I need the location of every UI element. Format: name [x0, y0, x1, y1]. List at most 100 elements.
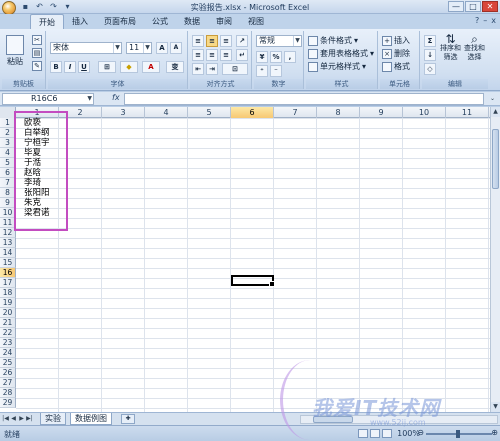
- cell-value[interactable]: 张阳阳: [24, 188, 50, 198]
- cell-value[interactable]: 毕夏: [24, 148, 41, 158]
- autosum-button[interactable]: Σ: [424, 35, 436, 47]
- insert-cells-button[interactable]: + 插入: [382, 35, 410, 46]
- wrap-text-icon[interactable]: ↵: [236, 49, 248, 61]
- help-icon[interactable]: ?: [475, 16, 479, 25]
- font-size-combo[interactable]: 11 ▼: [126, 42, 152, 54]
- row-header[interactable]: 15: [0, 258, 16, 268]
- decrease-decimal-icon[interactable]: ⁻: [270, 65, 282, 77]
- format-cells-button[interactable]: 格式: [382, 61, 410, 72]
- next-sheet-icon[interactable]: ▶: [18, 415, 25, 422]
- sheet-tab-data-example[interactable]: 数据例图: [70, 413, 112, 425]
- align-bottom-icon[interactable]: ≡: [220, 35, 232, 47]
- expand-formula-icon[interactable]: ⌄: [488, 93, 497, 105]
- cut-icon[interactable]: ✂: [32, 35, 42, 45]
- borders-icon[interactable]: ⊞: [98, 61, 116, 73]
- row-header[interactable]: 28: [0, 388, 16, 398]
- workbook-minimize-icon[interactable]: –: [483, 16, 487, 25]
- select-all-button[interactable]: [0, 107, 16, 118]
- row-header[interactable]: 26: [0, 368, 16, 378]
- sort-filter-button[interactable]: ⇅ 排序和 筛选: [440, 33, 461, 62]
- row-header[interactable]: 29: [0, 398, 16, 408]
- decrease-indent-icon[interactable]: ⇤: [192, 63, 204, 75]
- tab-formulas[interactable]: 公式: [144, 14, 176, 29]
- format-as-table-button[interactable]: 套用表格格式 ▾: [308, 48, 374, 59]
- active-cell-cursor[interactable]: [231, 275, 275, 287]
- normal-view-icon[interactable]: [358, 429, 368, 438]
- workbook-close-icon[interactable]: x: [491, 16, 496, 25]
- first-sheet-icon[interactable]: |◀: [2, 415, 9, 422]
- column-header[interactable]: 7: [274, 107, 317, 118]
- vertical-scrollbar[interactable]: ▲ ▼: [490, 107, 500, 412]
- name-box[interactable]: R16C6 ▼: [2, 93, 94, 105]
- tab-data[interactable]: 数据: [176, 14, 208, 29]
- zoom-out-icon[interactable]: ⊖: [417, 428, 424, 437]
- merge-center-icon[interactable]: ⊡: [222, 63, 248, 75]
- cell-value[interactable]: 欧亵: [24, 118, 41, 128]
- increase-indent-icon[interactable]: ⇥: [206, 63, 218, 75]
- column-header[interactable]: 9: [360, 107, 403, 118]
- row-header[interactable]: 9: [0, 198, 16, 208]
- scrollbar-thumb[interactable]: [492, 129, 499, 189]
- row-header[interactable]: 22: [0, 328, 16, 338]
- fill-icon[interactable]: ↓: [424, 49, 436, 61]
- cell-value[interactable]: 朱克: [24, 198, 41, 208]
- italic-button[interactable]: I: [64, 61, 76, 73]
- column-header[interactable]: 8: [317, 107, 360, 118]
- formula-input[interactable]: [124, 93, 484, 105]
- conditional-format-button[interactable]: 条件格式 ▾: [308, 35, 358, 46]
- shrink-font-button[interactable]: A: [170, 42, 182, 54]
- row-header[interactable]: 14: [0, 248, 16, 258]
- orientation-icon[interactable]: ↗: [236, 35, 248, 47]
- align-middle-icon[interactable]: ≡: [206, 35, 218, 47]
- cell-value[interactable]: 于湉: [24, 158, 41, 168]
- grow-font-button[interactable]: A: [156, 42, 168, 54]
- paste-button[interactable]: 粘贴: [6, 35, 24, 67]
- tab-page-layout[interactable]: 页面布局: [96, 14, 144, 29]
- row-header[interactable]: 27: [0, 378, 16, 388]
- sheet-tab-experiment[interactable]: 实验: [40, 413, 66, 425]
- row-header[interactable]: 12: [0, 228, 16, 238]
- column-header[interactable]: 6: [231, 107, 274, 118]
- number-format-combo[interactable]: 常规 ▼: [256, 35, 302, 47]
- row-header[interactable]: 5: [0, 158, 16, 168]
- row-header[interactable]: 13: [0, 238, 16, 248]
- row-header[interactable]: 3: [0, 138, 16, 148]
- row-header[interactable]: 2: [0, 128, 16, 138]
- row-header[interactable]: 21: [0, 318, 16, 328]
- row-header[interactable]: 16: [0, 268, 16, 278]
- row-header[interactable]: 11: [0, 218, 16, 228]
- align-top-icon[interactable]: ≡: [192, 35, 204, 47]
- cell-value[interactable]: 李琦: [24, 178, 41, 188]
- format-painter-icon[interactable]: ✎: [32, 61, 42, 71]
- last-sheet-icon[interactable]: ▶|: [26, 415, 33, 422]
- row-header[interactable]: 19: [0, 298, 16, 308]
- row-header[interactable]: 4: [0, 148, 16, 158]
- cell-value[interactable]: 梁君诺: [24, 208, 50, 218]
- cell-value[interactable]: 赵晗: [24, 168, 41, 178]
- insert-function-icon[interactable]: fx: [112, 93, 120, 102]
- minimize-button[interactable]: —: [448, 1, 464, 12]
- row-header[interactable]: 18: [0, 288, 16, 298]
- row-header[interactable]: 7: [0, 178, 16, 188]
- column-header[interactable]: 10: [403, 107, 446, 118]
- align-left-icon[interactable]: ≡: [192, 49, 204, 61]
- row-header[interactable]: 17: [0, 278, 16, 288]
- find-select-button[interactable]: ⌕ 查找和 选择: [464, 33, 485, 62]
- tab-view[interactable]: 视图: [240, 14, 272, 29]
- underline-button[interactable]: U: [78, 61, 90, 73]
- page-break-view-icon[interactable]: [382, 429, 392, 438]
- font-name-combo[interactable]: 宋体 ▼: [50, 42, 122, 54]
- column-header[interactable]: 5: [188, 107, 231, 118]
- maximize-button[interactable]: □: [465, 1, 481, 12]
- align-center-icon[interactable]: ≡: [206, 49, 218, 61]
- bold-button[interactable]: B: [50, 61, 62, 73]
- increase-decimal-icon[interactable]: ⁺: [256, 65, 268, 77]
- row-header[interactable]: 8: [0, 188, 16, 198]
- new-sheet-icon[interactable]: ✚: [121, 414, 135, 424]
- tab-insert[interactable]: 插入: [64, 14, 96, 29]
- close-button[interactable]: ✕: [482, 1, 498, 12]
- worksheet-grid[interactable]: 1 2 3 4 5 6 7 8 9 10 11 1 2 3 4 5 6 7 8 9 10 11 12 13 14 15 16 17 1…: [0, 107, 500, 412]
- column-header[interactable]: 11: [446, 107, 489, 118]
- column-header[interactable]: 3: [102, 107, 145, 118]
- font-color-icon[interactable]: A: [142, 61, 160, 73]
